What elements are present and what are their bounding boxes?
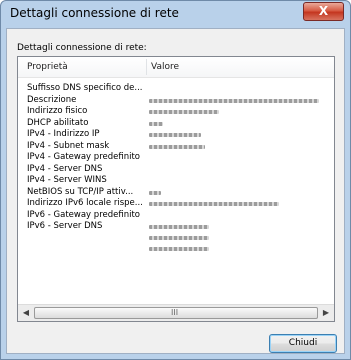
row-property: IPv4 - Gateway predefinito bbox=[27, 152, 140, 162]
table-row[interactable]: IPv4 - Gateway predefinito bbox=[18, 152, 334, 164]
row-property: IPv6 - Server DNS bbox=[27, 221, 103, 231]
row-property: IPv4 - Server WINS bbox=[27, 175, 107, 185]
dialog-body: Dettagli connessione di rete: Proprietà … bbox=[6, 28, 345, 354]
scrollbar-thumb[interactable]: III bbox=[34, 307, 318, 319]
row-property: Indirizzo fisico bbox=[27, 106, 88, 116]
row-value-redacted bbox=[149, 247, 209, 251]
column-header-value[interactable]: Valore bbox=[151, 62, 179, 72]
row-property: IPv6 - Gateway predefinito bbox=[27, 209, 140, 220]
grip-icon: III bbox=[171, 308, 179, 317]
table-row[interactable]: DHCP abilitato bbox=[18, 118, 334, 130]
close-button[interactable]: Chiudi bbox=[269, 334, 337, 353]
row-property: IPv4 - Indirizzo IP bbox=[27, 129, 100, 139]
table-row[interactable]: Indirizzo IPv6 locale rispe... bbox=[18, 198, 334, 210]
row-value-redacted bbox=[149, 190, 161, 195]
row-value-redacted bbox=[149, 144, 205, 149]
column-header-property[interactable]: Proprietà bbox=[27, 62, 68, 72]
row-value-redacted bbox=[149, 110, 219, 114]
row-value-redacted bbox=[149, 225, 209, 229]
table-row[interactable]: Descrizione bbox=[18, 95, 334, 107]
close-window-button[interactable]: X bbox=[303, 2, 344, 21]
table-row[interactable]: Indirizzo fisico bbox=[18, 106, 334, 118]
row-value-redacted bbox=[149, 121, 163, 126]
table-row[interactable]: IPv4 - Server DNS bbox=[18, 164, 334, 176]
row-value-redacted bbox=[149, 133, 201, 137]
row-property: DHCP abilitato bbox=[27, 117, 89, 128]
row-property: NetBIOS su TCP/IP attiv... bbox=[27, 186, 134, 197]
row-property: IPv4 - Server DNS bbox=[27, 163, 103, 174]
table-row[interactable]: Suffisso DNS specifico de... bbox=[18, 83, 334, 95]
row-value-redacted bbox=[149, 202, 279, 206]
window-title: Dettagli connessione di rete bbox=[10, 6, 179, 20]
table-row[interactable]: IPv6 - Server DNS bbox=[18, 221, 334, 251]
horizontal-scrollbar[interactable]: ◀ III ▶ bbox=[18, 304, 334, 321]
row-property: Suffisso DNS specifico de... bbox=[27, 83, 143, 93]
details-group-label: Dettagli connessione di rete: bbox=[17, 43, 147, 53]
scroll-left-arrow-icon[interactable]: ◀ bbox=[19, 307, 33, 319]
row-property: IPv4 - Subnet mask bbox=[27, 140, 110, 151]
table-row[interactable]: IPv4 - Subnet mask bbox=[18, 141, 334, 153]
table-row[interactable]: IPv6 - Gateway predefinito bbox=[18, 210, 334, 222]
table-row[interactable]: NetBIOS su TCP/IP attiv... bbox=[18, 187, 334, 199]
list-header: Proprietà Valore bbox=[18, 57, 334, 78]
title-bar[interactable]: Dettagli connessione di rete X bbox=[1, 1, 350, 27]
row-value-redacted bbox=[149, 98, 319, 103]
table-row[interactable]: IPv4 - Server WINS bbox=[18, 175, 334, 187]
scroll-right-arrow-icon[interactable]: ▶ bbox=[319, 307, 333, 319]
row-value-redacted bbox=[149, 236, 209, 240]
table-row[interactable]: IPv4 - Indirizzo IP bbox=[18, 129, 334, 141]
row-property: Indirizzo IPv6 locale rispe... bbox=[27, 198, 143, 208]
row-property: Descrizione bbox=[27, 94, 77, 105]
dialog-window: Dettagli connessione di rete X Dettagli … bbox=[0, 0, 351, 360]
details-listview[interactable]: Proprietà Valore Suffisso DNS specifico … bbox=[17, 56, 335, 322]
column-separator[interactable] bbox=[146, 59, 147, 75]
close-icon: X bbox=[318, 4, 329, 18]
